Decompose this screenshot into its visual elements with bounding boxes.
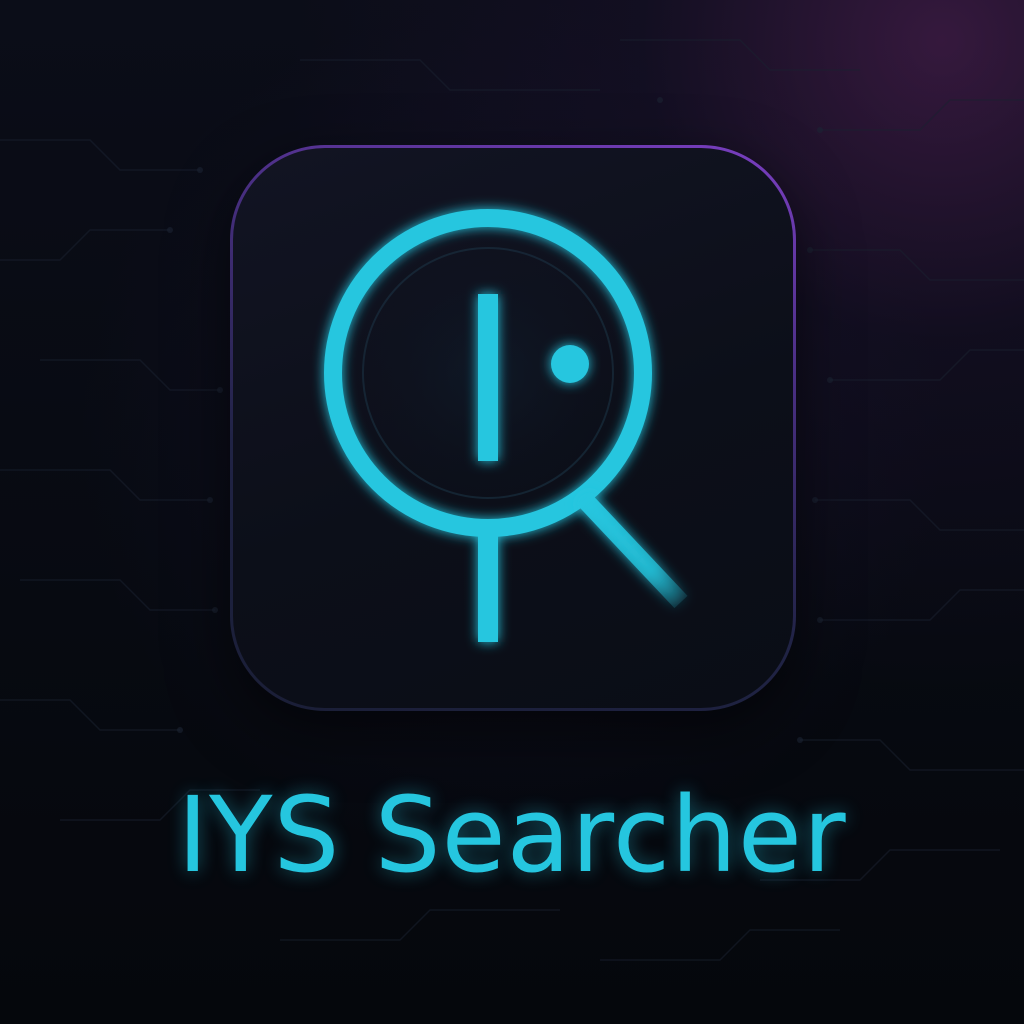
splash-canvas: IYS Searcher [0, 0, 1024, 1024]
app-icon-tile[interactable] [230, 145, 796, 711]
magnifying-glass-icon [324, 209, 688, 642]
handle-line [576, 491, 688, 609]
dot-mark [551, 345, 589, 383]
app-name-title: IYS Searcher [177, 774, 847, 896]
